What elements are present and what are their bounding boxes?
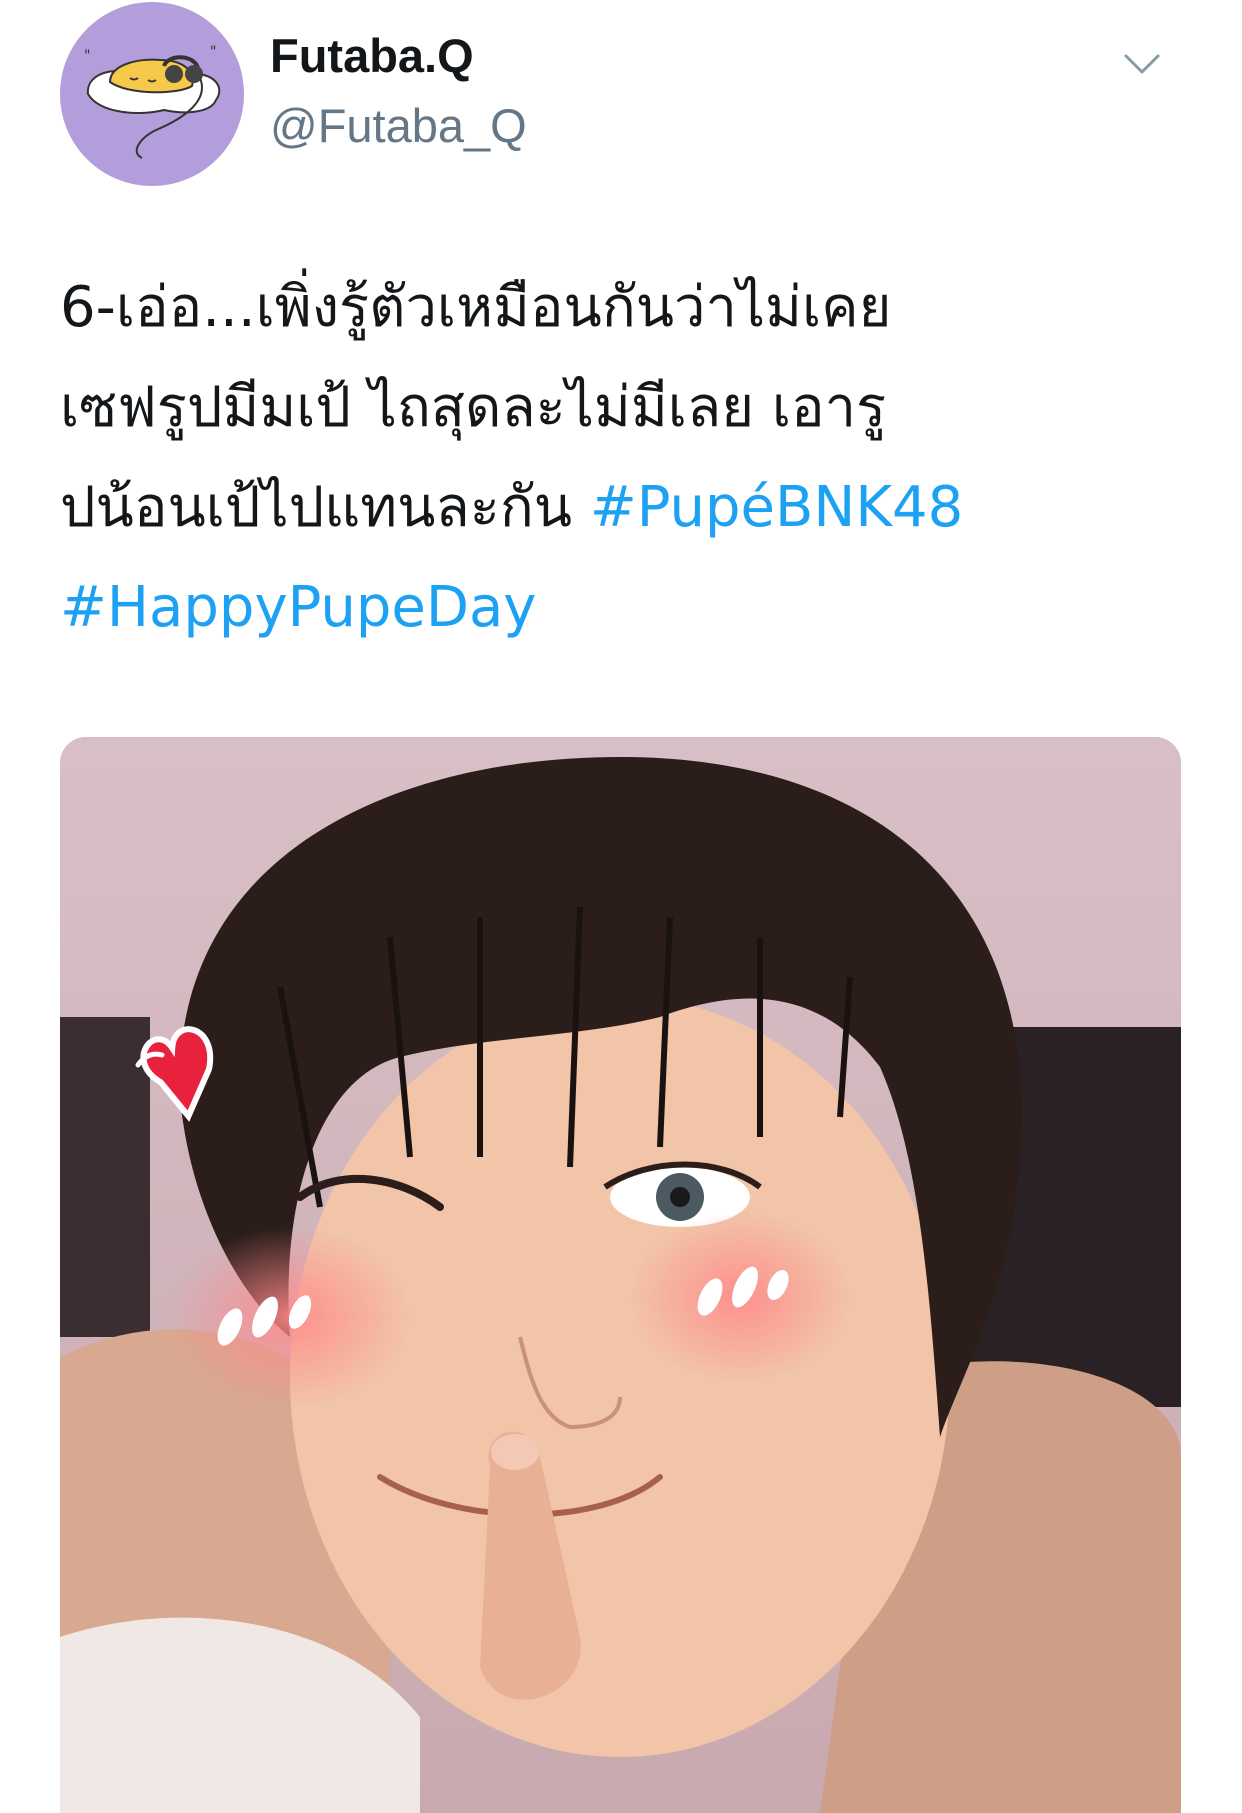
hashtag-link[interactable]: #PupéBNK48 [590, 475, 964, 540]
user-handle[interactable]: @Futaba_Q [270, 98, 527, 154]
tweet-text-line: เซฟรูปมีมเป้ ไถสุดละไม่มีเลย เอารู [60, 375, 887, 440]
tweet-photo[interactable] [60, 737, 1181, 1813]
avatar[interactable]: " " [60, 2, 244, 186]
author-names: Futaba.Q @Futaba_Q [270, 28, 527, 154]
tweet-text: 6-เอ่อ...เพิ่งรู้ตัวเหมือนกันว่าไม่เคย เ… [60, 258, 1180, 658]
tweet-header: " " Futaba.Q @Futaba_Q [60, 0, 1190, 190]
tweet-text-line: #HappyPupeDay [60, 558, 1180, 658]
tweet-text-segment: ปน้อนเป้ไปแทนละกัน [60, 475, 590, 540]
svg-text:": " [84, 48, 90, 64]
tweet-menu-button[interactable] [1122, 44, 1162, 84]
svg-text:": " [210, 44, 216, 60]
tweet-text-line: ปน้อนเป้ไปแทนละกัน #PupéBNK48 [60, 458, 1180, 558]
tweet: " " Futaba.Q @Futaba_Q 6-เอ่อ...เพิ่งรู้… [0, 0, 1242, 1813]
tweet-text-line: 6-เอ่อ...เพิ่งรู้ตัวเหมือนกันว่าไม่เคย [60, 275, 892, 340]
chevron-down-icon [1124, 54, 1160, 74]
selfie-photo [60, 737, 1181, 1813]
display-name[interactable]: Futaba.Q [270, 28, 527, 84]
hashtag-link[interactable]: #HappyPupeDay [60, 575, 536, 640]
gudetama-egg-headphones-icon: " " [60, 2, 244, 186]
